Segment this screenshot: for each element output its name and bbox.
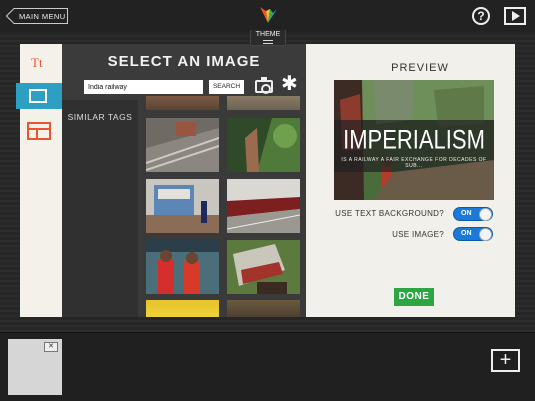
add-slide-button[interactable]: + — [491, 349, 520, 372]
layout-tool-icon[interactable] — [27, 122, 51, 140]
help-button[interactable]: ? — [472, 7, 490, 25]
image-thumbnail[interactable] — [227, 240, 300, 294]
similar-tags-column — [62, 100, 138, 317]
similar-tags-label: SIMILAR TAGS — [67, 112, 133, 122]
play-button[interactable] — [504, 7, 526, 25]
main-menu-button[interactable]: MAIN MENU — [6, 8, 68, 24]
text-tool-button[interactable]: Tt — [31, 55, 43, 71]
panel-title: SELECT AN IMAGE — [107, 53, 261, 70]
image-thumbnail[interactable] — [146, 118, 219, 172]
preview-image: IMPERIALISM IS A RAILWAY A FAIR EXCHANGE… — [334, 80, 494, 200]
image-icon — [29, 89, 47, 103]
main-menu-label: MAIN MENU — [19, 12, 66, 21]
image-thumbnail[interactable] — [146, 179, 219, 233]
use-image-label: USE IMAGE? — [392, 230, 444, 239]
image-thumbnail[interactable] — [227, 118, 300, 172]
use-text-background-toggle[interactable]: ON — [453, 207, 493, 221]
image-results-grid[interactable] — [141, 96, 306, 317]
top-bar: MAIN MENU ? — [0, 0, 535, 32]
theme-label: THEME — [255, 31, 281, 38]
slide-strip — [0, 332, 535, 401]
preview-title: PREVIEW — [391, 62, 449, 74]
image-thumbnail[interactable] — [146, 96, 219, 110]
image-tool-button[interactable] — [16, 83, 70, 109]
image-thumbnail[interactable] — [227, 179, 300, 233]
toggle-on-label: ON — [461, 210, 472, 217]
delete-slide-icon[interactable]: ✕ — [44, 342, 58, 352]
image-thumbnail[interactable] — [146, 300, 219, 317]
use-text-background-label: USE TEXT BACKGROUND? — [335, 209, 444, 218]
theme-tab[interactable]: THEME — [250, 30, 286, 46]
preview-headline: IMPERIALISM — [343, 124, 485, 155]
effects-star-icon[interactable]: ✱ — [281, 74, 298, 94]
theme-menu-icon — [263, 40, 273, 44]
use-image-toggle[interactable]: ON — [453, 227, 493, 241]
toggle-knob — [479, 228, 492, 241]
done-button[interactable]: DONE — [394, 288, 434, 306]
image-thumbnail[interactable] — [227, 96, 300, 110]
search-button[interactable]: SEARCH — [209, 80, 244, 94]
app: MAIN MENU ? THEME Tt SELECT AN IMAGE SEA… — [0, 0, 535, 401]
image-search-input[interactable] — [84, 80, 203, 94]
app-logo-icon — [260, 7, 277, 23]
toggle-on-label: ON — [461, 230, 472, 237]
image-thumbnail[interactable] — [227, 300, 300, 317]
image-thumbnail[interactable] — [146, 240, 219, 294]
toggle-knob — [479, 208, 492, 221]
preview-subtitle: IS A RAILWAY A FAIR EXCHANGE FOR DECADES… — [341, 157, 487, 169]
camera-icon[interactable] — [255, 77, 273, 94]
